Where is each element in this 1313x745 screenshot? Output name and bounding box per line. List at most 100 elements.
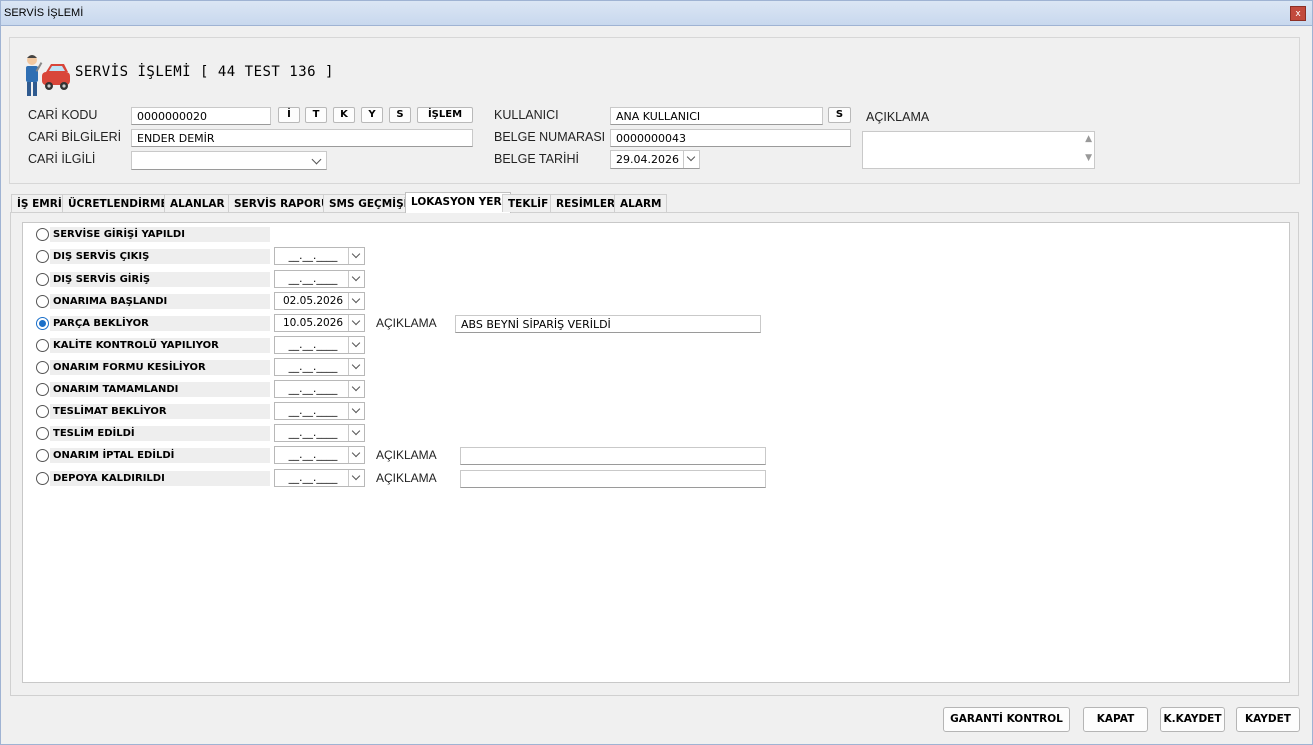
location-radio[interactable] <box>36 273 49 286</box>
tab-is-emri[interactable]: İŞ EMRİ <box>11 194 68 212</box>
cari-s-button[interactable]: S <box>389 107 411 123</box>
location-aciklama-label: AÇIKLAMA <box>376 471 437 485</box>
kullanici-label: KULLANICI <box>494 108 559 122</box>
location-aciklama-field[interactable] <box>460 447 766 465</box>
tab-resimler[interactable]: RESİMLER <box>550 194 622 212</box>
cari-k-button[interactable]: K <box>333 107 355 123</box>
tab-servis-raporu[interactable]: SERVİS RAPORU <box>228 194 336 212</box>
calendar-dropdown-icon[interactable] <box>348 315 364 331</box>
kullanici-field[interactable]: ANA KULLANICI <box>610 107 823 125</box>
scroll-down-icon[interactable]: ▼ <box>1085 154 1092 163</box>
tab-ucretlendirme[interactable]: ÜCRETLENDİRME <box>62 194 174 212</box>
cari-i-button[interactable]: İ <box>278 107 300 123</box>
mechanic-car-icon <box>26 55 70 96</box>
cari-kodu-label: CARİ KODU <box>28 108 98 122</box>
location-date-value: __.__.____ <box>288 405 338 417</box>
calendar-dropdown-icon[interactable] <box>348 403 364 419</box>
location-date-value: __.__.____ <box>288 339 338 351</box>
location-label: DIŞ SERVİS GİRİŞ <box>50 272 270 287</box>
location-radio[interactable] <box>36 449 49 462</box>
calendar-dropdown-icon[interactable] <box>348 248 364 264</box>
location-label: PARÇA BEKLİYOR <box>50 316 270 331</box>
location-radio[interactable] <box>36 317 49 330</box>
belge-numarasi-label: BELGE NUMARASI <box>494 130 606 144</box>
location-date-picker[interactable]: 02.05.2026 <box>274 292 365 310</box>
location-date-value: __.__.____ <box>288 273 338 285</box>
location-date-value: 10.05.2026 <box>282 317 344 329</box>
location-aciklama-label: AÇIKLAMA <box>376 448 437 462</box>
location-date-picker[interactable]: __.__.____ <box>274 446 365 464</box>
location-label: TESLİM EDİLDİ <box>50 426 270 441</box>
tab-teklif[interactable]: TEKLİF <box>502 194 555 212</box>
cari-ilgili-select[interactable] <box>131 151 327 170</box>
location-radio[interactable] <box>36 250 49 263</box>
aciklama-label: AÇIKLAMA <box>866 110 930 124</box>
cari-ilgili-label: CARİ İLGİLİ <box>28 152 96 166</box>
window-title: SERVİS İŞLEMİ <box>4 7 84 19</box>
calendar-dropdown-icon[interactable] <box>348 271 364 287</box>
location-label: ONARIMA BAŞLANDI <box>50 294 270 309</box>
kapat-button[interactable]: KAPAT <box>1083 707 1148 732</box>
kullanici-s-button[interactable]: S <box>828 107 851 123</box>
location-date-picker[interactable]: __.__.____ <box>274 270 365 288</box>
k-kaydet-button[interactable]: K.KAYDET <box>1160 707 1225 732</box>
kaydet-button[interactable]: KAYDET <box>1236 707 1300 732</box>
location-label: DEPOYA KALDIRILDI <box>50 471 270 486</box>
cari-t-button[interactable]: T <box>305 107 327 123</box>
close-icon[interactable]: x <box>1290 6 1306 21</box>
location-date-picker[interactable]: __.__.____ <box>274 380 365 398</box>
calendar-dropdown-icon[interactable] <box>348 425 364 441</box>
location-label: ONARIM TAMAMLANDI <box>50 382 270 397</box>
location-radio[interactable] <box>36 383 49 396</box>
location-date-value: __.__.____ <box>288 427 338 439</box>
location-date-picker[interactable]: __.__.____ <box>274 336 365 354</box>
tab-alanlar[interactable]: ALANLAR <box>164 194 231 212</box>
location-radio[interactable] <box>36 361 49 374</box>
location-date-picker[interactable]: __.__.____ <box>274 469 365 487</box>
cari-kodu-field[interactable]: 0000000020 <box>131 107 271 125</box>
location-date-picker[interactable]: __.__.____ <box>274 247 365 265</box>
location-date-picker[interactable]: 10.05.2026 <box>274 314 365 332</box>
location-radio[interactable] <box>36 295 49 308</box>
belge-tarihi-value: 29.04.2026 <box>616 153 679 166</box>
tab-lokasyon-yeri[interactable]: LOKASYON YERİ <box>405 192 512 213</box>
belge-numarasi-field[interactable]: 0000000043 <box>610 129 851 147</box>
aciklama-textarea[interactable]: ▲ ▼ <box>862 131 1095 169</box>
cari-bilgileri-field[interactable]: ENDER DEMİR <box>131 129 473 147</box>
calendar-dropdown-icon[interactable] <box>348 470 364 486</box>
scroll-up-icon[interactable]: ▲ <box>1085 135 1092 144</box>
window-titlebar: SERVİS İŞLEMİ x <box>0 0 1313 26</box>
calendar-dropdown-icon[interactable] <box>348 337 364 353</box>
location-radio[interactable] <box>36 405 49 418</box>
location-label: DIŞ SERVİS ÇIKIŞ <box>50 249 270 264</box>
location-radio[interactable] <box>36 427 49 440</box>
location-date-picker[interactable]: __.__.____ <box>274 358 365 376</box>
location-aciklama-field[interactable] <box>460 470 766 488</box>
tab-alarm[interactable]: ALARM <box>614 194 668 212</box>
location-aciklama-label: AÇIKLAMA <box>376 316 437 330</box>
location-date-picker[interactable]: __.__.____ <box>274 424 365 442</box>
calendar-dropdown-icon[interactable] <box>348 359 364 375</box>
location-label: TESLİMAT BEKLİYOR <box>50 404 270 419</box>
cari-bilgileri-label: CARİ BİLGİLERİ <box>28 130 122 144</box>
islem-button[interactable]: İŞLEM <box>417 107 473 123</box>
tab-sms-gecmisi[interactable]: SMS GEÇMİŞİ <box>323 194 414 212</box>
calendar-dropdown-icon[interactable] <box>348 381 364 397</box>
page-title: SERVİS İŞLEMİ [ 44 TEST 136 ] <box>75 64 334 80</box>
location-date-value: __.__.____ <box>288 449 338 461</box>
garanti-kontrol-button[interactable]: GARANTİ KONTROL <box>943 707 1070 732</box>
belge-tarihi-datepicker[interactable]: 29.04.2026 <box>610 150 700 169</box>
calendar-dropdown-icon[interactable] <box>348 293 364 309</box>
location-date-picker[interactable]: __.__.____ <box>274 402 365 420</box>
location-date-value: __.__.____ <box>288 383 338 395</box>
chevron-down-icon[interactable] <box>311 154 322 165</box>
cari-y-button[interactable]: Y <box>361 107 383 123</box>
location-radio[interactable] <box>36 339 49 352</box>
location-aciklama-field[interactable]: ABS BEYNİ SİPARİŞ VERİLDİ <box>455 315 761 333</box>
location-radio[interactable] <box>36 228 49 241</box>
location-radio[interactable] <box>36 472 49 485</box>
location-label: KALİTE KONTROLÜ YAPILIYOR <box>50 338 270 353</box>
calendar-dropdown-icon[interactable] <box>348 447 364 463</box>
location-date-value: __.__.____ <box>288 361 338 373</box>
calendar-dropdown-icon[interactable] <box>683 151 699 168</box>
